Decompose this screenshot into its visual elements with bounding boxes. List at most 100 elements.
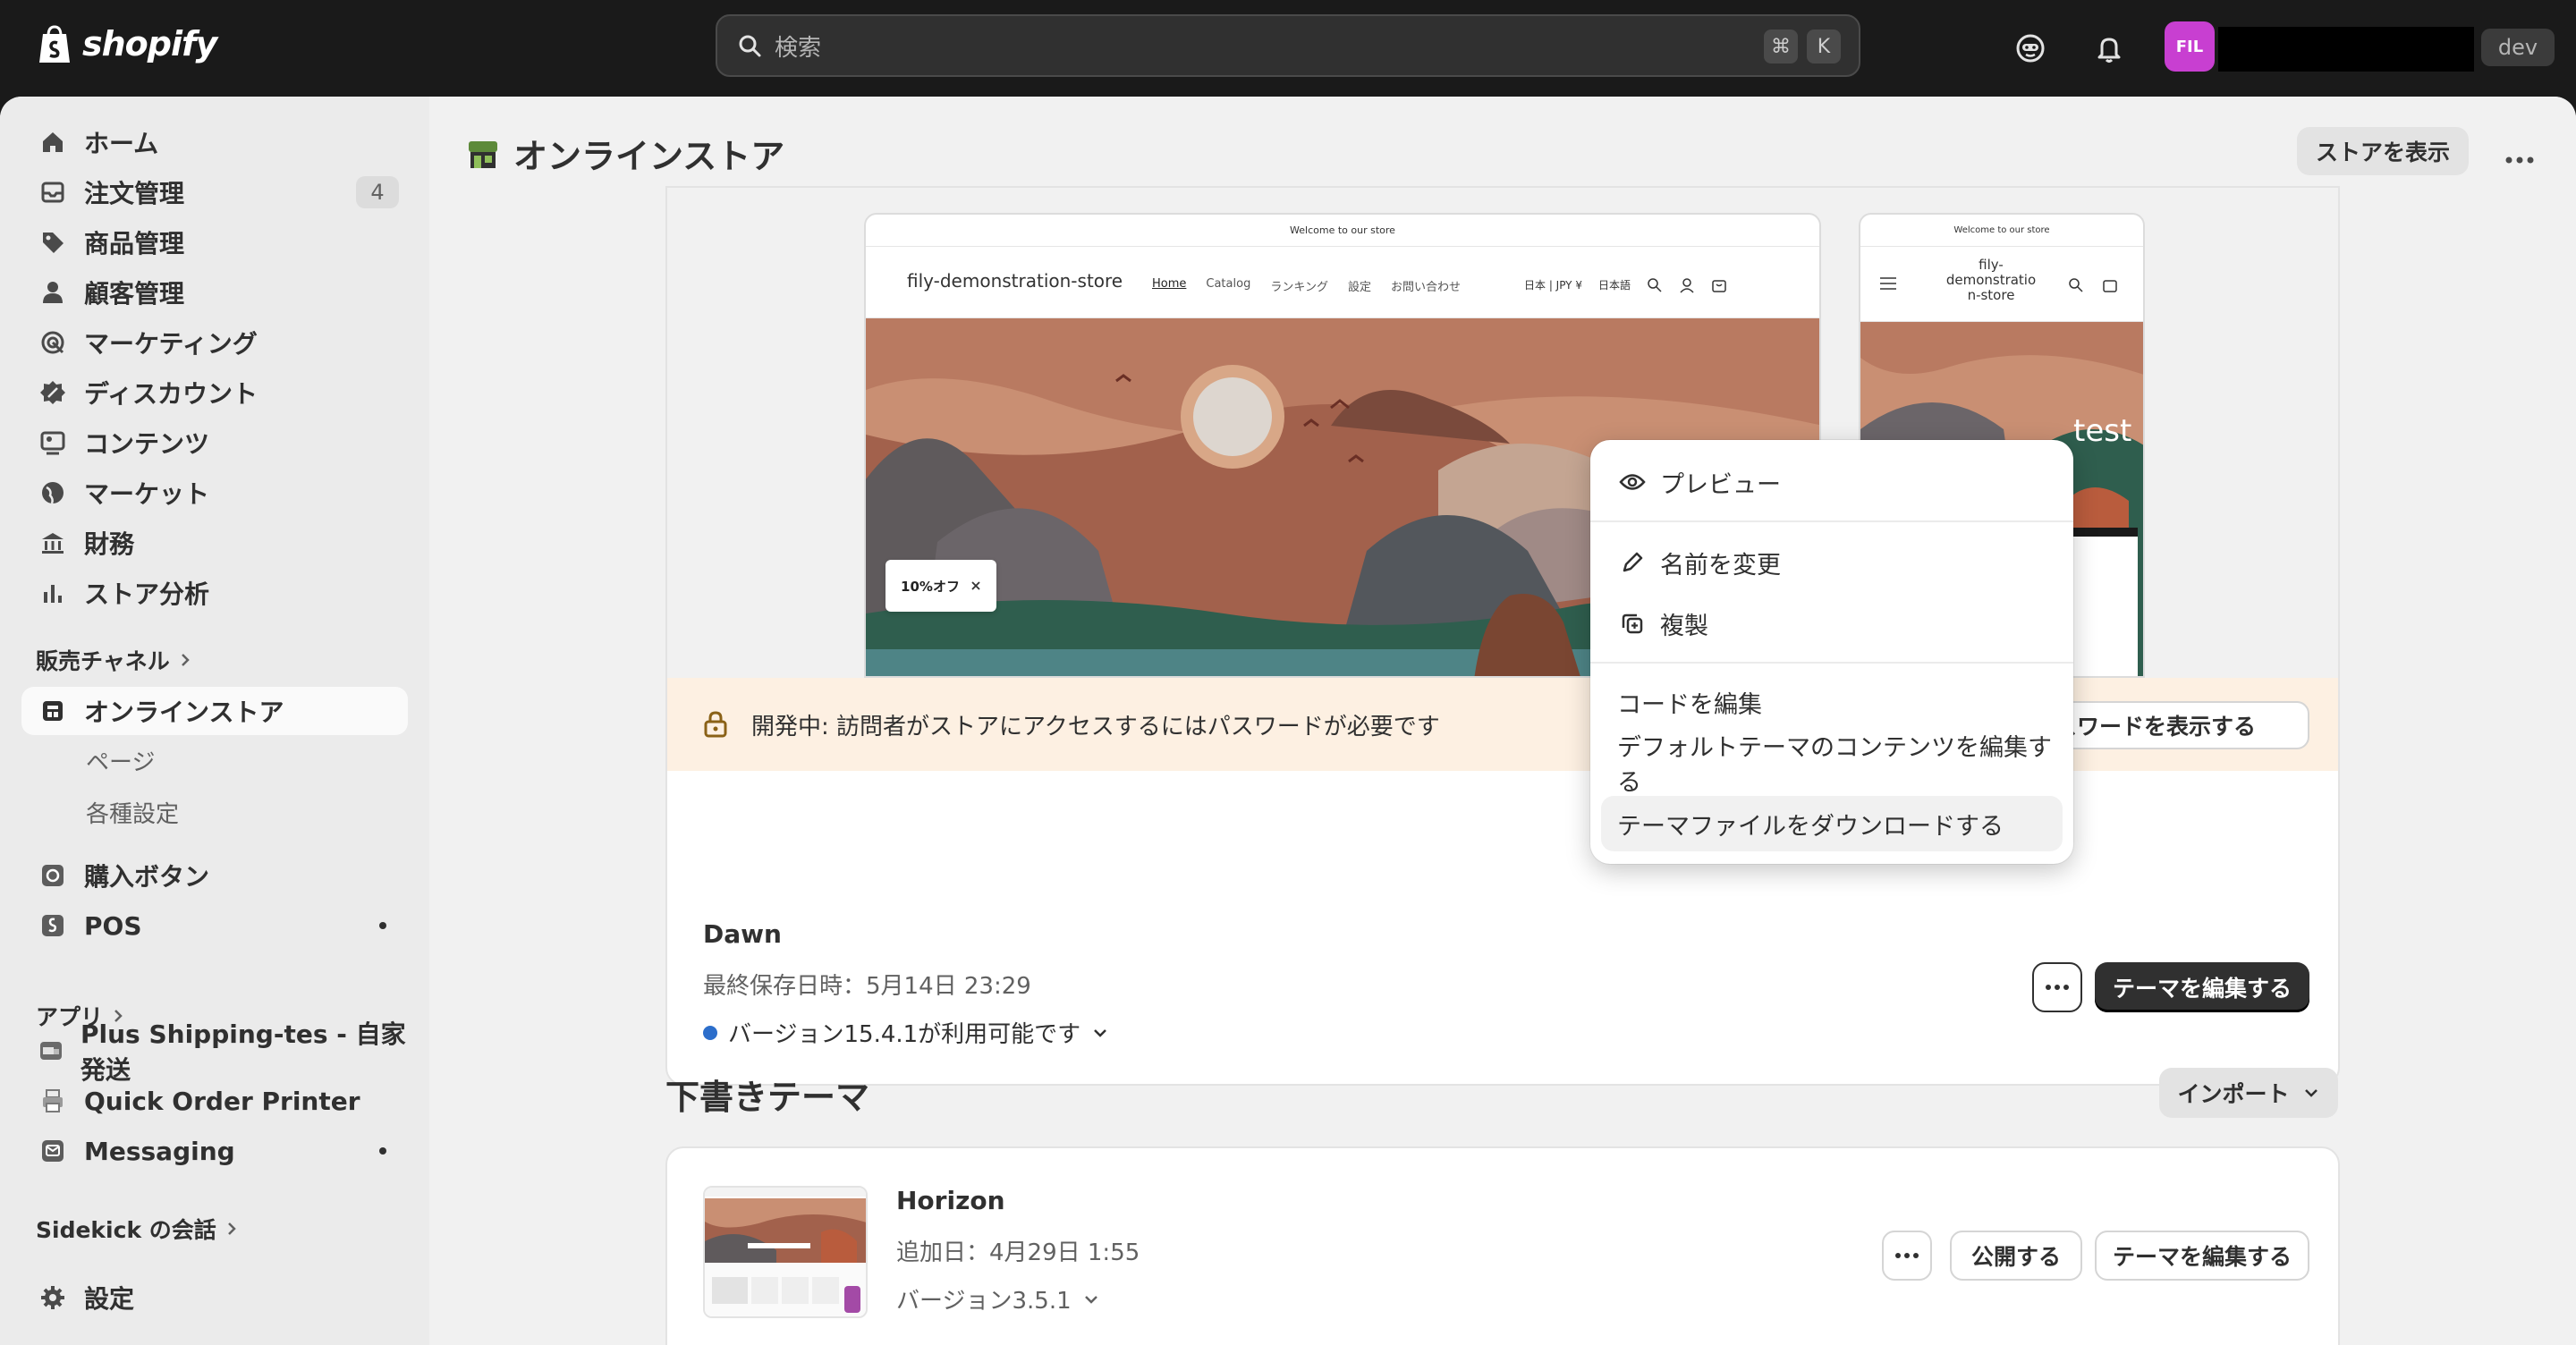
sidebar-item-home[interactable]: ホーム [21,118,408,166]
sidebar-item-analytics[interactable]: ストア分析 [21,569,408,617]
view-store-button[interactable]: ストアを表示 [2297,127,2469,175]
sidebar-app-quick-order-printer[interactable]: Quick Order Printer [21,1077,408,1125]
menu-item-edit-default-content[interactable]: デフォルトテーマのコンテンツを編集する [1601,734,2063,797]
preview-cart-icon [1711,277,1727,293]
theme-actions-button[interactable] [2032,962,2082,1012]
draft-actions-button[interactable] [1882,1231,1932,1281]
target-icon [38,327,68,358]
preview-account-icon [1679,277,1695,293]
more-actions-icon[interactable] [2496,136,2544,184]
menu-item-label: コードを編集 [1617,690,1762,719]
messaging-app-icon [38,1136,68,1166]
shortcut-cmd-key: ⌘ [1764,30,1798,63]
version-dot [703,1025,717,1040]
chart-icon [38,578,68,608]
sidebar-item-label: 商品管理 [84,229,185,258]
sidebar-item-discounts[interactable]: ディスカウント [21,368,408,417]
buy-button-icon [38,860,68,891]
preview-header-right: 日本 | JPY ¥ 日本語 [1524,277,1727,293]
sidebar-subitem-pages[interactable]: ページ [86,744,155,777]
dev-badge: dev [2481,29,2555,66]
close-icon [970,580,981,591]
sidebar-item-label: 購入ボタン [84,862,210,892]
eye-icon [1617,467,1648,497]
menu-item-rename[interactable]: 名前を変更 [1601,535,2063,590]
inbox-icon [38,177,68,207]
password-notice-banner: 開発中: 訪問者がストアにアクセスするにはパスワードが必要です パスワードを表示… [667,678,2338,771]
menu-item-download-theme-files[interactable]: テーマファイルをダウンロードする [1601,796,2063,851]
preview-search-icon [1647,277,1663,293]
sidebar-item-finance[interactable]: 財務 [21,519,408,567]
discount-chip-text: 10%オフ [901,578,960,595]
search-bar[interactable]: 検索 ⌘ K [716,14,1860,77]
menu-item-edit-code[interactable]: コードを編集 [1601,674,2063,730]
mobile-header: fily-demonstratio n-store [1860,247,2143,322]
sidebar-item-markets[interactable]: マーケット [21,469,408,517]
publish-button[interactable]: 公開する [1950,1231,2082,1281]
shopify-logo[interactable]: shopify [36,23,217,64]
sidebar-item-buy-button[interactable]: 購入ボタン [21,851,408,900]
printer-app-icon [38,1086,68,1116]
store-icon [38,696,68,726]
import-button[interactable]: インポート [2159,1068,2338,1118]
menu-item-label: デフォルトテーマのコンテンツを編集する [1617,734,2052,797]
menu-item-preview[interactable]: プレビュー [1601,454,2063,510]
menu-item-duplicate[interactable]: 複製 [1601,596,2063,651]
sidebar-item-label: POS [84,910,142,941]
import-button-label: インポート [2177,1081,2290,1107]
sidekick-icon[interactable] [2011,29,2050,68]
version-available-toggle[interactable]: バージョン15.4.1が利用可能です [703,1016,1109,1049]
live-theme-card: Welcome to our store fily-demonstration-… [665,186,2340,1086]
chevron-right-icon [225,1220,238,1238]
sidebar-item-marketing[interactable]: マーケティング [21,318,408,367]
draft-themes-title: 下書きテーマ [665,1078,870,1117]
version-notice-text: バージョン15.4.1が利用可能です [728,1021,1081,1048]
sidebar-item-online-store[interactable]: オンラインストア [21,687,408,735]
home-icon [38,127,68,157]
chevron-down-icon [1082,1293,1100,1306]
bell-icon[interactable] [2089,29,2129,68]
pos-icon [38,910,68,941]
logo-text: shopify [82,24,217,63]
sidebar-app-plus-shipping[interactable]: Plus Shipping-tes - 自家発送 [21,1019,408,1085]
draft-theme-card: Horizon 追加日：4月29日 1:55 バージョン3.5.1 公開する テ… [665,1146,2340,1345]
sidebar-item-label: コンテンツ [84,429,210,459]
person-icon [38,277,68,308]
sidebar-item-orders[interactable]: 注文管理 4 [21,168,408,216]
draft-version-toggle[interactable]: バージョン3.5.1 [896,1282,1100,1315]
mobile-announcement-bar: Welcome to our store [1860,215,2143,247]
draft-edit-theme-button[interactable]: テーマを編集する [2095,1231,2309,1281]
sidebar-item-label: 設定 [84,1284,135,1314]
edit-theme-button[interactable]: テーマを編集する [2095,962,2309,1012]
sales-channels-header[interactable]: 販売チャネル [36,644,191,676]
theme-preview-area[interactable]: Welcome to our store fily-demonstration-… [667,188,2338,678]
sidebar-app-messaging[interactable]: Messaging [21,1127,408,1175]
preview-language: 日本語 [1597,279,1631,292]
content-icon [38,427,68,458]
orders-count-badge: 4 [356,176,399,208]
shortcut-k-key: K [1807,30,1841,63]
mobile-search-icon [2068,277,2084,293]
lock-icon [703,710,728,739]
sidebar-subitem-settings[interactable]: 各種設定 [86,796,179,829]
sidebar-item-label: ホーム [84,129,159,158]
horizon-thumbnail[interactable] [703,1186,868,1318]
sidebar-item-content[interactable]: コンテンツ [21,419,408,467]
sidebar-item-products[interactable]: 商品管理 [21,218,408,266]
chevron-down-icon [2302,1087,2320,1099]
sidekick-header[interactable]: Sidekick の会話 [36,1213,238,1245]
store-header: fily-demonstration-store Home Catalog ラン… [866,247,1819,318]
sidebar-item-settings[interactable]: 設定 [21,1273,408,1322]
draft-theme-name: Horizon [896,1186,1005,1215]
sidebar-item-label: Quick Order Printer [84,1086,360,1116]
store-avatar[interactable]: FIL [2165,21,2215,72]
app-frame: ホーム 注文管理 4 商品管理 顧客管理 マーケティング ディスカウント コンテ… [0,97,2576,1345]
menu-divider [1590,520,2073,522]
menu-item-label: プレビュー [1660,470,1781,499]
sidebar-item-pos[interactable]: POS [21,901,408,950]
sidebar-item-customers[interactable]: 顧客管理 [21,268,408,317]
preview-nav-item: 設定 [1347,281,1371,294]
page-title-text: オンラインストア [513,137,785,176]
sidebar-item-label: ディスカウント [84,379,258,409]
theme-name: Dawn [703,919,782,949]
